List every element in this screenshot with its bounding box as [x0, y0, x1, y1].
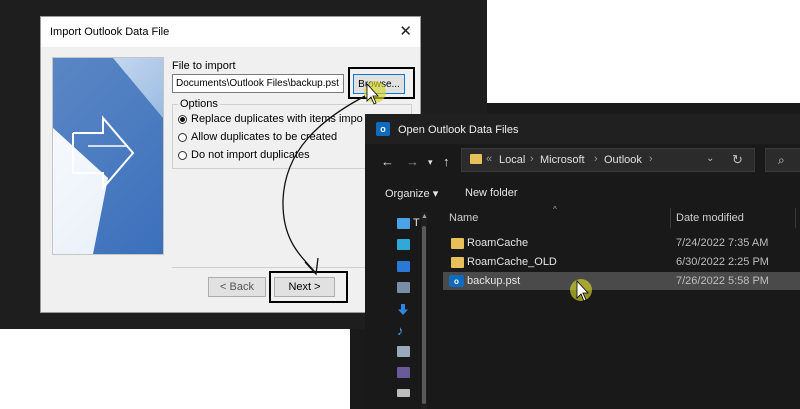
file-name: RoamCache	[467, 237, 529, 249]
radio-icon[interactable]	[178, 132, 187, 142]
file-path-input[interactable]	[172, 74, 344, 93]
breadcrumb-separator-icon: ›	[530, 153, 534, 165]
scroll-up-icon[interactable]: ▲	[421, 213, 428, 220]
up-arrow-icon[interactable]: ↑	[443, 154, 450, 169]
file-name: RoamCache_OLD	[467, 256, 557, 268]
file-name: backup.pst	[467, 275, 521, 287]
wizard-graphic	[52, 57, 164, 255]
close-icon[interactable]: ✕	[399, 22, 412, 40]
folder-icon	[470, 154, 482, 164]
organize-button[interactable]: Organize ▾	[385, 187, 438, 200]
nav-item-label[interactable]: T	[413, 217, 420, 229]
option-label: Replace duplicates with items impo	[191, 113, 363, 125]
breadcrumb-separator-icon: ›	[594, 153, 598, 165]
radio-icon[interactable]	[178, 150, 187, 160]
videos-icon[interactable]	[397, 367, 410, 378]
documents-icon[interactable]	[397, 282, 410, 293]
column-date-modified[interactable]: Date modified	[676, 212, 744, 224]
3d-objects-icon[interactable]	[397, 239, 410, 250]
dialog-titlebar: Import Outlook Data File ✕	[41, 17, 420, 47]
nav-scroll-thumb[interactable]	[422, 226, 426, 404]
forward-arrow-icon[interactable]: →	[406, 154, 419, 169]
breadcrumb-outlook[interactable]: Outlook	[604, 154, 642, 166]
pictures-icon[interactable]	[397, 346, 410, 357]
sort-ascending-icon: ^	[553, 205, 557, 214]
file-date: 7/26/2022 5:58 PM	[676, 275, 769, 287]
radio-checked-icon[interactable]	[178, 114, 187, 124]
downloads-icon[interactable]	[398, 304, 408, 315]
option-label: Do not import duplicates	[191, 149, 310, 161]
list-item[interactable]: RoamCache 7/24/2022 7:35 AM	[443, 234, 800, 252]
file-to-import-label: File to import	[172, 60, 236, 72]
breadcrumb-overflow[interactable]: «	[486, 153, 492, 165]
list-item-selected[interactable]: o backup.pst 7/26/2022 5:58 PM	[443, 272, 800, 290]
breadcrumb-microsoft[interactable]: Microsoft	[540, 154, 585, 166]
back-arrow-icon[interactable]: ←	[381, 154, 394, 169]
option-do-not-import[interactable]: Do not import duplicates	[178, 149, 310, 161]
file-date: 6/30/2022 2:25 PM	[676, 256, 769, 268]
drive-icon[interactable]	[397, 389, 410, 397]
breadcrumb-local[interactable]: Local	[499, 154, 525, 166]
wizard-arrow-graphic	[53, 58, 163, 254]
breadcrumb-separator-icon: ›	[649, 153, 653, 165]
address-bar[interactable]: « Local › Microsoft › Outlook › ⌄ ↻	[461, 148, 755, 172]
options-label: Options	[178, 98, 220, 110]
next-highlight-box	[269, 271, 348, 303]
column-separator[interactable]	[795, 208, 796, 228]
cursor-highlight	[570, 279, 592, 301]
search-box[interactable]: ⌕	[765, 148, 800, 172]
new-folder-button[interactable]: New folder	[465, 187, 518, 199]
column-name[interactable]: Name	[449, 212, 478, 224]
search-icon: ⌕	[778, 153, 785, 167]
this-pc-icon[interactable]	[397, 218, 410, 229]
desktop-icon[interactable]	[397, 261, 410, 272]
option-label: Allow duplicates to be created	[191, 131, 338, 143]
option-allow-duplicates[interactable]: Allow duplicates to be created	[178, 131, 337, 143]
cursor-highlight	[364, 81, 386, 103]
open-outlook-data-files-window: o Open Outlook Data Files ← → ▾ ↑ « Loca…	[365, 114, 800, 409]
list-item[interactable]: RoamCache_OLD 6/30/2022 2:25 PM	[443, 253, 800, 271]
back-button[interactable]: < Back	[208, 277, 266, 297]
address-dropdown-icon[interactable]: ⌄	[706, 153, 714, 164]
folder-icon	[451, 238, 464, 249]
option-replace-duplicates[interactable]: Replace duplicates with items impo	[178, 113, 363, 125]
explorer-title: Open Outlook Data Files	[398, 124, 519, 136]
recent-chevron-icon[interactable]: ▾	[428, 157, 433, 168]
outlook-icon: o	[376, 122, 390, 136]
dialog-title: Import Outlook Data File	[50, 26, 170, 38]
import-outlook-dialog: Import Outlook Data File ✕ File to impor…	[40, 16, 421, 313]
refresh-icon[interactable]: ↻	[732, 152, 743, 168]
outlook-data-file-icon: o	[449, 275, 464, 287]
folder-icon	[451, 257, 464, 268]
column-separator[interactable]	[670, 208, 671, 228]
file-date: 7/24/2022 7:35 AM	[676, 237, 769, 249]
music-icon[interactable]: ♪	[397, 324, 410, 337]
explorer-titlebar: o Open Outlook Data Files	[365, 114, 800, 144]
